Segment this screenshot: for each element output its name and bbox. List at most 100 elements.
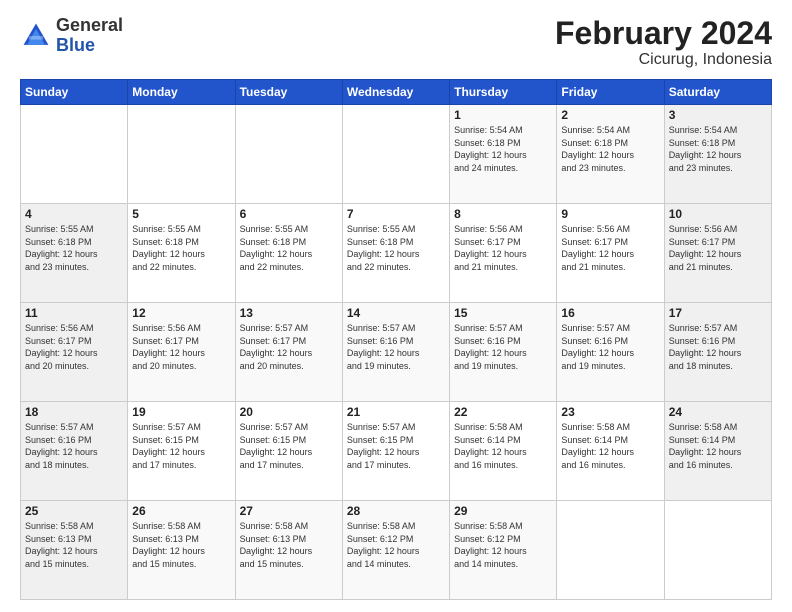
- day-info: Sunrise: 5:58 AM Sunset: 6:13 PM Dayligh…: [25, 520, 123, 570]
- header-day-monday: Monday: [128, 80, 235, 105]
- calendar-cell: [235, 105, 342, 204]
- day-info: Sunrise: 5:58 AM Sunset: 6:14 PM Dayligh…: [561, 421, 659, 471]
- day-number: 10: [669, 207, 767, 221]
- day-info: Sunrise: 5:57 AM Sunset: 6:15 PM Dayligh…: [240, 421, 338, 471]
- calendar-cell: 3 Sunrise: 5:54 AM Sunset: 6:18 PM Daylig…: [664, 105, 771, 204]
- day-number: 8: [454, 207, 552, 221]
- calendar-cell: 12 Sunrise: 5:56 AM Sunset: 6:17 PM Dayli…: [128, 303, 235, 402]
- day-info: Sunrise: 5:57 AM Sunset: 6:15 PM Dayligh…: [347, 421, 445, 471]
- day-info: Sunrise: 5:57 AM Sunset: 6:16 PM Dayligh…: [669, 322, 767, 372]
- calendar-cell: 21 Sunrise: 5:57 AM Sunset: 6:15 PM Dayli…: [342, 402, 449, 501]
- calendar-cell: 25 Sunrise: 5:58 AM Sunset: 6:13 PM Dayli…: [21, 501, 128, 600]
- calendar-cell: 20Sunrise: 5:57 AM Sunset: 6:15 PM Dayli…: [235, 402, 342, 501]
- day-info: Sunrise: 5:55 AM Sunset: 6:18 PM Dayligh…: [240, 223, 338, 273]
- day-number: 4: [25, 207, 123, 221]
- calendar-subtitle: Cicurug, Indonesia: [555, 51, 772, 69]
- day-number: 12: [132, 306, 230, 320]
- day-number: 22: [454, 405, 552, 419]
- day-info: Sunrise: 5:57 AM Sunset: 6:16 PM Dayligh…: [454, 322, 552, 372]
- day-info: Sunrise: 5:56 AM Sunset: 6:17 PM Dayligh…: [669, 223, 767, 273]
- calendar-cell: 27 Sunrise: 5:58 AM Sunset: 6:13 PM Dayli…: [235, 501, 342, 600]
- calendar-cell: 15Sunrise: 5:57 AM Sunset: 6:16 PM Dayli…: [450, 303, 557, 402]
- day-number: 14: [347, 306, 445, 320]
- day-info: Sunrise: 5:58 AM Sunset: 6:13 PM Dayligh…: [240, 520, 338, 570]
- logo-general: General: [56, 15, 123, 35]
- header-day-thursday: Thursday: [450, 80, 557, 105]
- day-number: 21: [347, 405, 445, 419]
- calendar-cell: [21, 105, 128, 204]
- calendar-cell: 17Sunrise: 5:57 AM Sunset: 6:16 PM Dayli…: [664, 303, 771, 402]
- calendar-cell: 11Sunrise: 5:56 AM Sunset: 6:17 PM Dayli…: [21, 303, 128, 402]
- calendar-cell: 23 Sunrise: 5:58 AM Sunset: 6:14 PM Dayli…: [557, 402, 664, 501]
- day-number: 1: [454, 108, 552, 122]
- calendar-header: SundayMondayTuesdayWednesdayThursdayFrid…: [21, 80, 772, 105]
- header-day-tuesday: Tuesday: [235, 80, 342, 105]
- day-info: Sunrise: 5:55 AM Sunset: 6:18 PM Dayligh…: [132, 223, 230, 273]
- day-number: 24: [669, 405, 767, 419]
- calendar-cell: [128, 105, 235, 204]
- day-info: Sunrise: 5:57 AM Sunset: 6:17 PM Dayligh…: [240, 322, 338, 372]
- day-info: Sunrise: 5:54 AM Sunset: 6:18 PM Dayligh…: [561, 124, 659, 174]
- day-info: Sunrise: 5:57 AM Sunset: 6:16 PM Dayligh…: [561, 322, 659, 372]
- day-number: 13: [240, 306, 338, 320]
- day-number: 26: [132, 504, 230, 518]
- header-day-friday: Friday: [557, 80, 664, 105]
- calendar-title: February 2024: [555, 16, 772, 51]
- calendar-cell: 1 Sunrise: 5:54 AM Sunset: 6:18 PM Daylig…: [450, 105, 557, 204]
- calendar-cell: 29Sunrise: 5:58 AM Sunset: 6:12 PM Dayli…: [450, 501, 557, 600]
- title-block: February 2024 Cicurug, Indonesia: [555, 16, 772, 69]
- calendar-cell: 14Sunrise: 5:57 AM Sunset: 6:16 PM Dayli…: [342, 303, 449, 402]
- day-info: Sunrise: 5:56 AM Sunset: 6:17 PM Dayligh…: [454, 223, 552, 273]
- day-number: 27: [240, 504, 338, 518]
- day-number: 16: [561, 306, 659, 320]
- week-row-3: 11Sunrise: 5:56 AM Sunset: 6:17 PM Dayli…: [21, 303, 772, 402]
- calendar-body: 1 Sunrise: 5:54 AM Sunset: 6:18 PM Daylig…: [21, 105, 772, 600]
- calendar-cell: 4 Sunrise: 5:55 AM Sunset: 6:18 PM Daylig…: [21, 204, 128, 303]
- header-day-wednesday: Wednesday: [342, 80, 449, 105]
- calendar-cell: 18Sunrise: 5:57 AM Sunset: 6:16 PM Dayli…: [21, 402, 128, 501]
- calendar-cell: 9Sunrise: 5:56 AM Sunset: 6:17 PM Daylig…: [557, 204, 664, 303]
- calendar-cell: 13 Sunrise: 5:57 AM Sunset: 6:17 PM Dayli…: [235, 303, 342, 402]
- day-info: Sunrise: 5:54 AM Sunset: 6:18 PM Dayligh…: [454, 124, 552, 174]
- header-row: SundayMondayTuesdayWednesdayThursdayFrid…: [21, 80, 772, 105]
- logo: General Blue: [20, 16, 123, 56]
- calendar-cell: [342, 105, 449, 204]
- calendar-cell: 19Sunrise: 5:57 AM Sunset: 6:15 PM Dayli…: [128, 402, 235, 501]
- week-row-2: 4 Sunrise: 5:55 AM Sunset: 6:18 PM Daylig…: [21, 204, 772, 303]
- day-number: 6: [240, 207, 338, 221]
- calendar-cell: [664, 501, 771, 600]
- day-number: 9: [561, 207, 659, 221]
- calendar-cell: [557, 501, 664, 600]
- day-info: Sunrise: 5:55 AM Sunset: 6:18 PM Dayligh…: [347, 223, 445, 273]
- calendar-cell: 28 Sunrise: 5:58 AM Sunset: 6:12 PM Dayli…: [342, 501, 449, 600]
- calendar-cell: 10 Sunrise: 5:56 AM Sunset: 6:17 PM Dayli…: [664, 204, 771, 303]
- day-number: 5: [132, 207, 230, 221]
- day-info: Sunrise: 5:57 AM Sunset: 6:15 PM Dayligh…: [132, 421, 230, 471]
- day-info: Sunrise: 5:58 AM Sunset: 6:13 PM Dayligh…: [132, 520, 230, 570]
- calendar-cell: 6 Sunrise: 5:55 AM Sunset: 6:18 PM Daylig…: [235, 204, 342, 303]
- day-number: 25: [25, 504, 123, 518]
- day-number: 28: [347, 504, 445, 518]
- day-info: Sunrise: 5:54 AM Sunset: 6:18 PM Dayligh…: [669, 124, 767, 174]
- day-number: 3: [669, 108, 767, 122]
- header-day-saturday: Saturday: [664, 80, 771, 105]
- logo-icon: [20, 20, 52, 52]
- week-row-4: 18Sunrise: 5:57 AM Sunset: 6:16 PM Dayli…: [21, 402, 772, 501]
- logo-blue: Blue: [56, 35, 95, 55]
- day-number: 7: [347, 207, 445, 221]
- day-number: 23: [561, 405, 659, 419]
- day-info: Sunrise: 5:55 AM Sunset: 6:18 PM Dayligh…: [25, 223, 123, 273]
- header-day-sunday: Sunday: [21, 80, 128, 105]
- day-info: Sunrise: 5:58 AM Sunset: 6:12 PM Dayligh…: [347, 520, 445, 570]
- calendar-cell: 26 Sunrise: 5:58 AM Sunset: 6:13 PM Dayli…: [128, 501, 235, 600]
- calendar-cell: 7 Sunrise: 5:55 AM Sunset: 6:18 PM Daylig…: [342, 204, 449, 303]
- day-info: Sunrise: 5:58 AM Sunset: 6:12 PM Dayligh…: [454, 520, 552, 570]
- day-number: 2: [561, 108, 659, 122]
- calendar-cell: 5 Sunrise: 5:55 AM Sunset: 6:18 PM Daylig…: [128, 204, 235, 303]
- calendar-table: SundayMondayTuesdayWednesdayThursdayFrid…: [20, 79, 772, 600]
- day-info: Sunrise: 5:56 AM Sunset: 6:17 PM Dayligh…: [132, 322, 230, 372]
- day-info: Sunrise: 5:58 AM Sunset: 6:14 PM Dayligh…: [454, 421, 552, 471]
- week-row-5: 25 Sunrise: 5:58 AM Sunset: 6:13 PM Dayli…: [21, 501, 772, 600]
- calendar-cell: 22 Sunrise: 5:58 AM Sunset: 6:14 PM Dayli…: [450, 402, 557, 501]
- calendar-cell: 16 Sunrise: 5:57 AM Sunset: 6:16 PM Dayli…: [557, 303, 664, 402]
